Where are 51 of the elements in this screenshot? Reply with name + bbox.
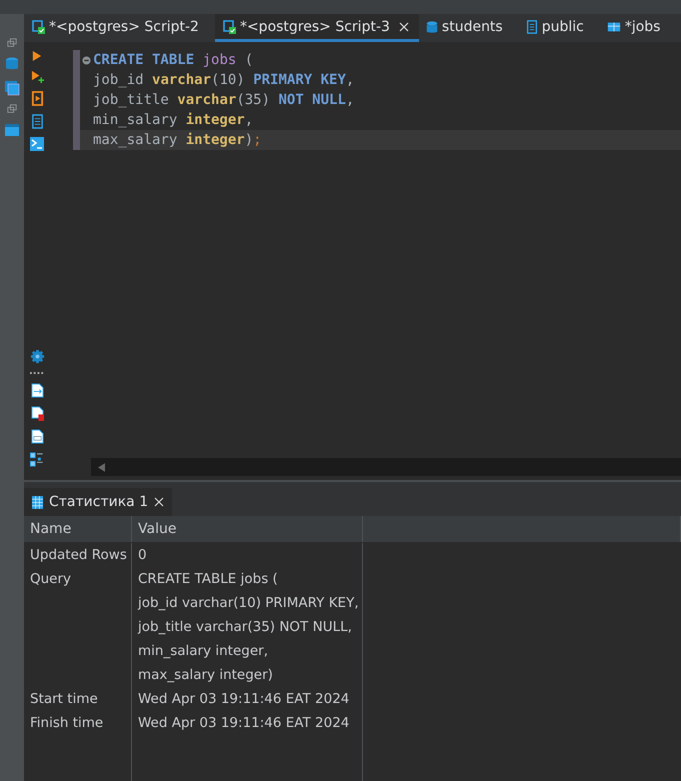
code-line: job_id varchar(10) PRIMARY KEY, [93,72,354,88]
scroll-left-icon[interactable] [98,462,105,472]
editor-tab[interactable]: public [518,14,600,42]
code-line: CREATE TABLE jobs ( [93,52,254,68]
play-plus-icon[interactable] [30,70,44,83]
document-icon [524,18,539,34]
window-icon[interactable] [4,122,20,138]
script-icon [30,18,46,34]
script-icon [220,18,237,34]
close-icon[interactable] [398,22,409,32]
table-cell-text: Query [29,570,72,589]
table-cell-text: 0 [137,546,148,565]
document-export-icon[interactable] [30,383,44,398]
table-cell-text: CREATE TABLE jobs ( [137,570,279,589]
gear-icon[interactable] [30,349,44,364]
editor-tab[interactable]: *<postgres> Script-3 [214,14,419,42]
editor-tab[interactable]: *<postgres> Script-2 [24,14,215,42]
editor-tab[interactable]: students [418,14,519,42]
outline-icon[interactable] [30,452,44,467]
table-cell-text: Start time [29,690,99,709]
restore-icon[interactable] [7,104,17,114]
code-line: job_title varchar(35) NOT NULL, [93,92,354,108]
fold-icon[interactable] [82,56,91,65]
table-cell-text: max_salary integer) [137,666,274,685]
table-icon [606,20,622,34]
grid-icon [32,496,43,508]
table-cell-text: Wed Apr 03 19:11:46 EAT 2024 [137,690,350,709]
play-icon[interactable] [32,50,42,62]
database-icon [424,18,439,34]
column-header[interactable]: Value [132,516,363,542]
table-cell-text: Finish time [29,714,104,733]
table-cell-text: Updated Rows [29,546,128,565]
table-cell-text: min_salary integer, [137,642,269,661]
column-header[interactable]: Name [24,516,132,542]
restore-icon[interactable] [7,38,17,48]
close-icon[interactable] [154,497,164,507]
dots-icon[interactable] [30,372,44,375]
horizontal-scrollbar[interactable] [91,458,681,476]
script-play-icon[interactable] [30,91,44,106]
table-cell-text: Wed Apr 03 19:11:46 EAT 2024 [137,714,350,733]
document-icon[interactable] [30,429,44,444]
table-cell-text: job_id varchar(10) PRIMARY KEY, [136,594,360,613]
code-line: min_salary integer, [93,112,254,128]
terminal-icon[interactable] [30,137,44,151]
results-tab[interactable]: Статистика 1 [24,488,172,516]
code-line: max_salary integer); [93,132,262,148]
table-cell-text: job_title varchar(35) NOT NULL, [136,618,353,637]
document-error-icon[interactable] [30,406,44,421]
window-icon[interactable] [4,80,20,96]
database-icon[interactable] [4,56,20,72]
editor-tab[interactable]: *jobs [600,14,676,42]
